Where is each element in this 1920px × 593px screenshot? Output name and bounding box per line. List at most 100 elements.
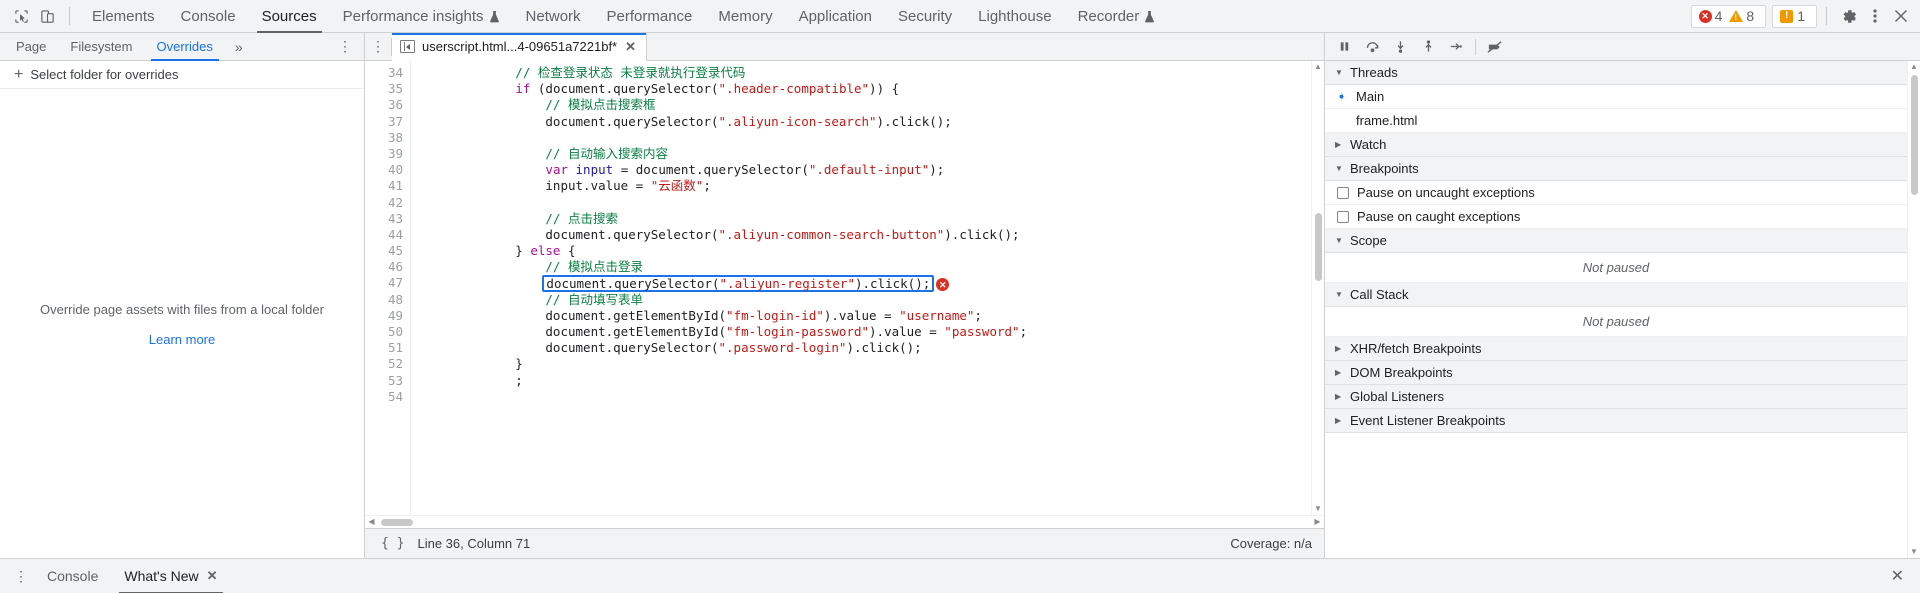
horizontal-scroll-thumb[interactable] [381, 518, 413, 526]
editor-horizontal-scrollbar[interactable]: ◀ ▶ [365, 515, 1324, 528]
code-line[interactable]: input.value = "云函数"; [425, 178, 1311, 194]
tab-memory[interactable]: Memory [705, 0, 785, 33]
code-line[interactable]: document.getElementById("fm-login-passwo… [425, 324, 1311, 340]
vertical-scroll-thumb[interactable] [1315, 213, 1322, 281]
section-call-stack[interactable]: ▼ Call Stack [1325, 283, 1907, 307]
drawer-tab-whats-new[interactable]: What's New ✕ [111, 559, 230, 593]
scroll-up-icon[interactable]: ▲ [1910, 63, 1918, 71]
vertical-dots-icon[interactable] [1862, 3, 1888, 29]
line-number[interactable]: 52 [365, 356, 403, 372]
close-icon[interactable]: ✕ [207, 568, 218, 584]
scroll-down-icon[interactable]: ▼ [1314, 505, 1322, 513]
tab-lighthouse[interactable]: Lighthouse [965, 0, 1064, 33]
line-number[interactable]: 45 [365, 243, 403, 259]
editor-menu-icon[interactable]: ⋮ [365, 38, 391, 55]
line-number[interactable]: 43 [365, 211, 403, 227]
scroll-down-icon[interactable]: ▼ [1910, 548, 1918, 556]
tab-sources[interactable]: Sources [249, 0, 330, 33]
file-tab-userscript[interactable]: userscript.html...4-09651a7221bf* ✕ [392, 32, 648, 61]
sidebar-vertical-scrollbar[interactable]: ▲ ▼ [1907, 61, 1920, 558]
cursor-inspect-icon[interactable] [8, 3, 34, 29]
code-line[interactable]: // 自动输入搜索内容 [425, 146, 1311, 162]
debugger-sections-scroll[interactable]: ▼ Threads ➧ Main frame.html ▶ Watch ▼ Br… [1325, 61, 1920, 558]
code-line[interactable]: var input = document.querySelector(".def… [425, 162, 1311, 178]
code-line[interactable]: // 模拟点击搜索框 [425, 97, 1311, 113]
code-line[interactable]: } else { [425, 243, 1311, 259]
code-line[interactable]: document.getElementById("fm-login-id").v… [425, 308, 1311, 324]
code-content[interactable]: // 检查登录状态 未登录就执行登录代码 if (document.queryS… [411, 61, 1311, 515]
line-number[interactable]: 51 [365, 340, 403, 356]
code-line[interactable]: document.querySelector(".aliyun-icon-sea… [425, 114, 1311, 130]
line-number[interactable]: 39 [365, 146, 403, 162]
pause-script-button[interactable] [1331, 35, 1357, 59]
pause-on-uncaught-exceptions-row[interactable]: Pause on uncaught exceptions [1325, 181, 1907, 205]
close-icon[interactable]: ✕ [624, 39, 637, 55]
inline-error-icon[interactable]: ✕ [936, 278, 950, 292]
section-dom-breakpoints[interactable]: ▶ DOM Breakpoints [1325, 361, 1907, 385]
select-folder-for-overrides-button[interactable]: + Select folder for overrides [0, 61, 364, 89]
line-number[interactable]: 42 [365, 195, 403, 211]
nav-tab-page[interactable]: Page [4, 33, 58, 61]
nav-tab-overrides[interactable]: Overrides [145, 33, 225, 61]
code-line[interactable]: ; [425, 373, 1311, 389]
tab-console[interactable]: Console [168, 0, 249, 33]
device-toolbar-icon[interactable] [34, 3, 60, 29]
deactivate-breakpoints-button[interactable] [1482, 35, 1508, 59]
error-warning-counter[interactable]: ✕ 4 8 [1690, 4, 1767, 28]
section-threads[interactable]: ▼ Threads [1325, 61, 1907, 85]
line-number-gutter[interactable]: 34 35 36 37 38 39 40 41 42 43 44 45 46 47 48 49 50 51 52 53… [365, 61, 411, 515]
tab-performance-insights[interactable]: Performance insights [330, 0, 513, 33]
line-number[interactable]: 50 [365, 324, 403, 340]
close-icon[interactable] [1888, 3, 1914, 29]
line-number[interactable]: 34 [365, 65, 403, 81]
code-line[interactable]: // 模拟点击登录 [425, 259, 1311, 275]
editor-vertical-scrollbar[interactable]: ▲ ▼ [1311, 61, 1324, 515]
tab-application[interactable]: Application [786, 0, 885, 33]
line-number[interactable]: 44 [365, 227, 403, 243]
pause-caught-checkbox[interactable] [1337, 210, 1349, 223]
highlighted-code-expression[interactable]: document.querySelector(".aliyun-register… [542, 275, 935, 293]
line-number[interactable]: 46 [365, 259, 403, 275]
scroll-up-icon[interactable]: ▲ [1314, 63, 1322, 71]
line-number[interactable]: 40 [365, 162, 403, 178]
drawer-tab-console[interactable]: Console [34, 559, 111, 593]
sidebar-scroll-thumb[interactable] [1911, 75, 1918, 195]
drawer-close-icon[interactable]: ✕ [1881, 566, 1914, 586]
tab-network[interactable]: Network [513, 0, 594, 33]
step-out-button[interactable] [1415, 35, 1441, 59]
code-editor[interactable]: 34 35 36 37 38 39 40 41 42 43 44 45 46 47 48 49 50 51 52 53… [365, 61, 1324, 515]
nav-tab-filesystem[interactable]: Filesystem [58, 33, 144, 61]
tab-security[interactable]: Security [885, 0, 965, 33]
thread-row-frame[interactable]: frame.html [1325, 109, 1907, 133]
pretty-print-icon[interactable]: { } [377, 534, 408, 553]
learn-more-link[interactable]: Learn more [149, 332, 215, 347]
tab-elements[interactable]: Elements [79, 0, 168, 33]
step-into-button[interactable] [1387, 35, 1413, 59]
line-number[interactable]: 36 [365, 97, 403, 113]
gear-icon[interactable] [1836, 3, 1862, 29]
line-number[interactable]: 35 [365, 81, 403, 97]
section-watch[interactable]: ▶ Watch [1325, 133, 1907, 157]
drawer-menu-icon[interactable]: ⋮ [8, 568, 34, 585]
code-line[interactable]: if (document.querySelector(".header-comp… [425, 81, 1311, 97]
pause-uncaught-checkbox[interactable] [1337, 186, 1349, 199]
tab-performance[interactable]: Performance [594, 0, 706, 33]
code-line[interactable]: document.querySelector(".aliyun-register… [425, 275, 1311, 293]
code-area[interactable]: 34 35 36 37 38 39 40 41 42 43 44 45 46 47 48 49 50 51 52 53… [365, 61, 1311, 515]
line-number[interactable]: 38 [365, 130, 403, 146]
line-number[interactable]: 37 [365, 114, 403, 130]
pause-on-caught-exceptions-row[interactable]: Pause on caught exceptions [1325, 205, 1907, 229]
thread-row-main[interactable]: ➧ Main [1325, 85, 1907, 109]
code-line[interactable]: // 检查登录状态 未登录就执行登录代码 [425, 65, 1311, 81]
navigator-menu-icon[interactable]: ⋮ [326, 38, 364, 55]
code-line[interactable] [425, 389, 1311, 405]
scroll-left-icon[interactable]: ◀ [365, 518, 378, 526]
code-line[interactable]: // 自动填写表单 [425, 292, 1311, 308]
line-number[interactable]: 49 [365, 308, 403, 324]
step-button[interactable] [1443, 35, 1469, 59]
line-number[interactable]: 47 [365, 275, 403, 291]
section-breakpoints[interactable]: ▼ Breakpoints [1325, 157, 1907, 181]
step-over-button[interactable] [1359, 35, 1385, 59]
code-line[interactable] [425, 130, 1311, 146]
section-global-listeners[interactable]: ▶ Global Listeners [1325, 385, 1907, 409]
